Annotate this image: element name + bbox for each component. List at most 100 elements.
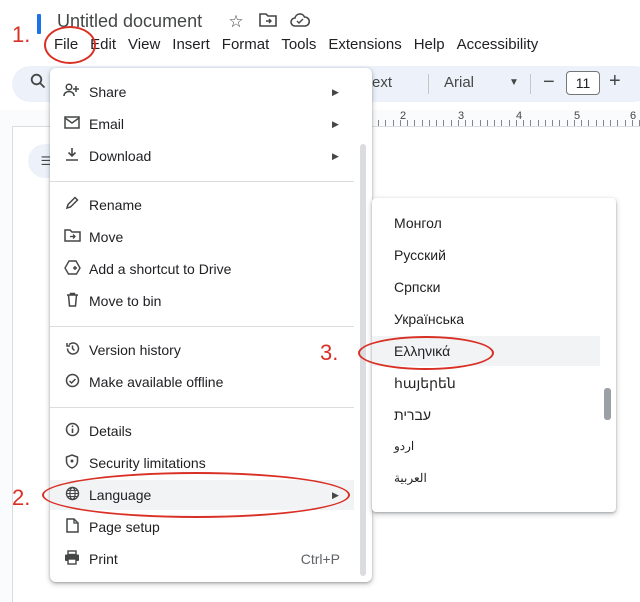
ruler-tick: [509, 120, 510, 126]
submenu-arrow-icon: ▶: [332, 86, 339, 97]
language-option[interactable]: հայերեն: [372, 368, 600, 398]
annotation-circle-file: [44, 26, 96, 64]
decrease-font-size-button[interactable]: −: [543, 71, 555, 94]
toolbar-divider: [530, 74, 531, 94]
history-icon: [62, 341, 82, 360]
download-icon: [62, 147, 82, 165]
ruler-tick: [625, 120, 626, 126]
ruler-tick: [472, 120, 473, 126]
search-menus-icon[interactable]: [30, 73, 46, 94]
drive-shortcut-icon: [62, 259, 82, 279]
ruler-tick: [407, 120, 408, 126]
ruler-tick: [603, 120, 604, 126]
ruler-tick: [400, 120, 401, 126]
ruler-tick: [501, 120, 502, 126]
ruler-tick: [494, 120, 495, 126]
ruler-tick: [429, 120, 430, 126]
annotation-number-2: 2.: [12, 485, 31, 510]
annotation-number-3: 3.: [320, 340, 339, 365]
menu-divider: [50, 407, 354, 408]
menu-item-download[interactable]: Download ▶: [50, 141, 354, 171]
menu-item-version-history[interactable]: Version history: [50, 335, 354, 365]
pencil-icon: [62, 196, 82, 214]
ruler[interactable]: [372, 108, 640, 126]
ruler-tick: [610, 120, 611, 126]
ruler-tick: [545, 120, 546, 126]
info-icon: [62, 422, 82, 441]
menu-tools[interactable]: Tools: [275, 34, 322, 56]
menu-item-details[interactable]: Details: [50, 416, 354, 446]
menu-bar: File Edit View Insert Format Tools Exten…: [48, 34, 544, 56]
ruler-tick: [552, 120, 553, 126]
menu-accessibility[interactable]: Accessibility: [451, 34, 545, 56]
docs-logo[interactable]: [37, 14, 41, 34]
menu-item-share[interactable]: Share ▶: [50, 77, 354, 107]
print-icon: [62, 549, 82, 569]
menu-divider: [50, 326, 354, 327]
person-add-icon: [62, 83, 82, 101]
menu-item-rename[interactable]: Rename: [50, 190, 354, 220]
ruler-tick: [378, 120, 379, 126]
submenu-arrow-icon: ▶: [332, 150, 339, 161]
language-option[interactable]: עברית: [372, 400, 600, 430]
font-dropdown-caret-icon[interactable]: ▼: [509, 77, 519, 88]
ruler-tick: [574, 120, 575, 126]
language-option[interactable]: العربية: [372, 464, 600, 494]
submenu-arrow-icon: ▶: [332, 118, 339, 129]
paragraph-style-dropdown[interactable]: ext: [372, 74, 392, 91]
ruler-tick: [385, 120, 386, 126]
offline-icon: [62, 373, 82, 392]
menu-divider: [50, 181, 354, 182]
ruler-tick: [487, 120, 488, 126]
ruler-tick: [596, 120, 597, 126]
trash-icon: [62, 292, 82, 311]
print-shortcut: Ctrl+P: [300, 551, 340, 567]
font-dropdown[interactable]: Arial: [444, 74, 474, 91]
ruler-tick: [458, 120, 459, 126]
increase-font-size-button[interactable]: +: [609, 70, 621, 93]
ruler-number: 6: [630, 110, 637, 122]
ruler-tick: [523, 120, 524, 126]
menu-view[interactable]: View: [122, 34, 166, 56]
menu-item-add-shortcut[interactable]: Add a shortcut to Drive: [50, 254, 354, 284]
ruler-tick: [530, 120, 531, 126]
language-option[interactable]: Русский: [372, 240, 600, 270]
menu-item-make-available-offline[interactable]: Make available offline: [50, 367, 354, 397]
shield-icon: [62, 453, 82, 473]
ruler-tick: [443, 120, 444, 126]
ruler-tick: [414, 120, 415, 126]
email-icon: [62, 115, 82, 133]
ruler-tick: [617, 120, 618, 126]
language-option[interactable]: Монгол: [372, 208, 600, 238]
language-option[interactable]: Српски: [372, 272, 600, 302]
annotation-circle-greek: [358, 336, 494, 370]
ruler-tick: [451, 120, 452, 126]
font-size-input[interactable]: 11: [566, 71, 600, 95]
menu-format[interactable]: Format: [216, 34, 276, 56]
annotation-number-1: 1.: [12, 22, 31, 47]
ruler-tick: [393, 120, 394, 126]
clipped-item-fragment: ·: [372, 198, 600, 203]
menu-help[interactable]: Help: [408, 34, 451, 56]
move-to-folder-icon[interactable]: [258, 12, 278, 32]
menu-extensions[interactable]: Extensions: [322, 34, 407, 56]
ruler-tick: [567, 120, 568, 126]
annotation-circle-language: [42, 472, 350, 518]
star-icon[interactable]: ☆: [226, 12, 246, 32]
language-option[interactable]: Українська: [372, 304, 600, 334]
menu-item-move[interactable]: Move: [50, 222, 354, 252]
menu-item-print[interactable]: Print Ctrl+P: [50, 544, 354, 574]
ruler-tick: [516, 120, 517, 126]
menu-insert[interactable]: Insert: [166, 34, 216, 56]
ruler-tick: [422, 120, 423, 126]
menu-item-email[interactable]: Email ▶: [50, 109, 354, 139]
ruler-tick: [480, 120, 481, 126]
ruler-tick: [588, 120, 589, 126]
language-scrollbar-thumb[interactable]: [604, 388, 611, 420]
cloud-saved-icon[interactable]: [290, 12, 311, 32]
menu-item-move-to-bin[interactable]: Move to bin: [50, 286, 354, 316]
ruler-tick: [581, 120, 582, 126]
ruler-tick: [559, 120, 560, 126]
page-setup-icon: [62, 517, 82, 537]
language-option[interactable]: اردو: [372, 432, 600, 462]
